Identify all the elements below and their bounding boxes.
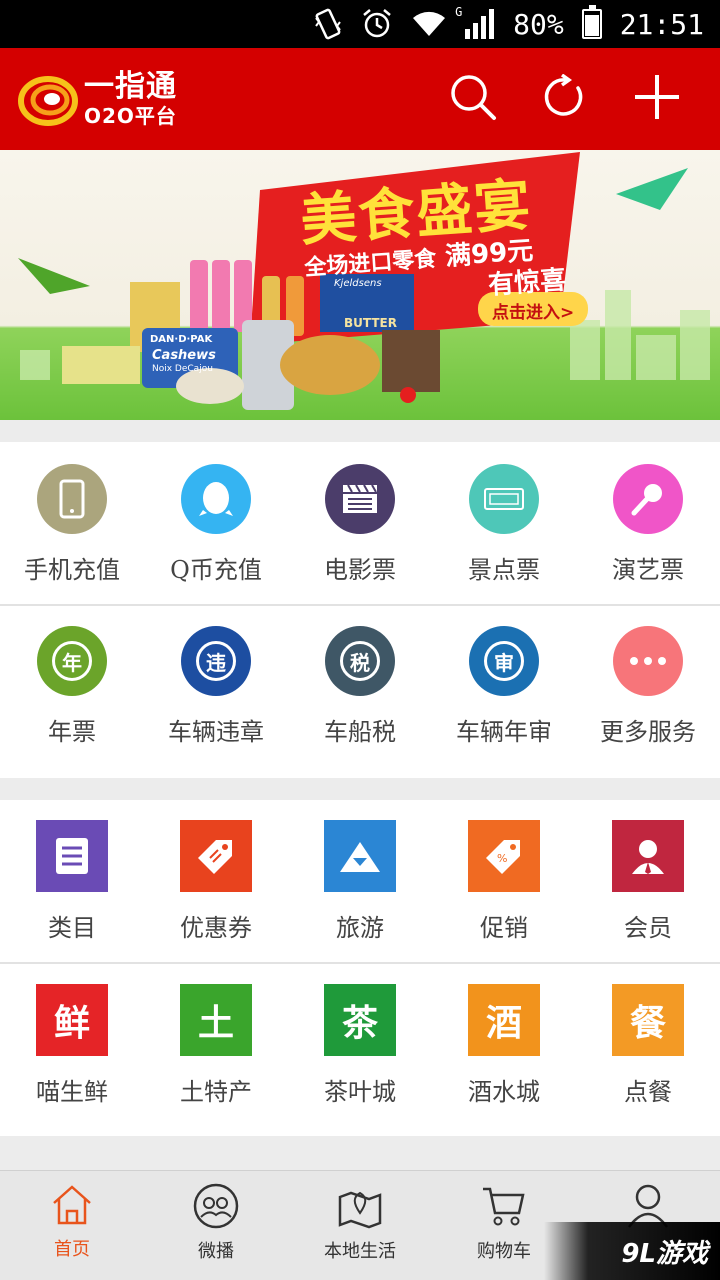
- inspection-icon: 审: [469, 626, 539, 696]
- microphone-icon: [613, 464, 683, 534]
- shop-fresh[interactable]: 鲜 喵生鲜: [0, 984, 144, 1107]
- weibo-broadcast-icon: [193, 1183, 239, 1229]
- shop-member[interactable]: 会员: [576, 820, 720, 943]
- clapperboard-icon: [325, 464, 395, 534]
- home-icon: [53, 1185, 91, 1225]
- nav-local-life[interactable]: 本地生活: [288, 1171, 432, 1280]
- shop-liquor[interactable]: 酒 酒水城: [432, 984, 576, 1107]
- local-product-icon: 土: [180, 984, 252, 1056]
- ticket-icon: [469, 464, 539, 534]
- brand-subtitle: O2O平台: [84, 104, 177, 128]
- liquor-icon: 酒: [468, 984, 540, 1056]
- site-watermark: 9L游戏: [544, 1222, 720, 1280]
- search-button[interactable]: [448, 72, 498, 122]
- shop-category[interactable]: 类目: [0, 820, 144, 943]
- product-label-butter: BUTTER: [344, 316, 397, 330]
- shop-section: 类目 优惠券 旅游 % 促销 会员 鲜 喵生鲜 土 土特产 茶 茶叶城 酒 酒水…: [0, 800, 720, 1136]
- vibrate-icon: [313, 8, 343, 40]
- order-food-icon: 餐: [612, 984, 684, 1056]
- service-vehicle-inspection[interactable]: 审 车辆年审: [432, 626, 576, 747]
- fresh-icon: 鲜: [36, 984, 108, 1056]
- shop-travel[interactable]: 旅游: [288, 820, 432, 943]
- category-icon: [36, 820, 108, 892]
- year-icon: 年: [37, 626, 107, 696]
- shop-row-1: 类目 优惠券 旅游 % 促销 会员: [0, 820, 720, 943]
- search-icon: [451, 75, 496, 120]
- brand-logo[interactable]: 一指通 O2O平台: [18, 71, 177, 127]
- service-movie-ticket[interactable]: 电影票: [288, 464, 432, 585]
- logo-swirl-icon: [18, 71, 82, 127]
- shop-order-food[interactable]: 餐 点餐: [576, 984, 720, 1107]
- member-icon: [612, 820, 684, 892]
- service-show-ticket[interactable]: 演艺票: [576, 464, 720, 585]
- brand-title: 一指通: [84, 69, 177, 104]
- coupon-icon: [180, 820, 252, 892]
- cart-icon: [483, 1187, 525, 1226]
- promo-banner[interactable]: 美食盛宴 全场进口零食 满99元 有惊喜 点击进入> DAN·D·PAK Cas…: [0, 150, 720, 420]
- services-row-2: 年 年票 违 车辆违章 税 车船税 审 车辆年审 更多服务: [0, 626, 720, 747]
- clock: 21:51: [619, 7, 704, 41]
- add-icon: [635, 75, 679, 119]
- product-label-danpak: DAN·D·PAK: [150, 334, 213, 345]
- add-button[interactable]: [632, 72, 682, 122]
- service-annual-pass[interactable]: 年 年票: [0, 626, 144, 747]
- app-header: 一指通 O2O平台: [0, 48, 720, 150]
- promotion-icon: %: [468, 820, 540, 892]
- more-icon: [613, 626, 683, 696]
- violation-icon: 违: [181, 626, 251, 696]
- product-label-noix: Noix DeCajou: [152, 364, 213, 374]
- banner-cta-button[interactable]: 点击进入>: [492, 298, 574, 323]
- signal-icon: G: [455, 5, 495, 39]
- battery-icon: [581, 5, 602, 39]
- shop-promotion[interactable]: % 促销: [432, 820, 576, 943]
- divider: [0, 962, 720, 964]
- qq-penguin-icon: [181, 464, 251, 534]
- shop-local-product[interactable]: 土 土特产: [144, 984, 288, 1107]
- shop-tea[interactable]: 茶 茶叶城: [288, 984, 432, 1107]
- product-label-cashews: Cashews: [152, 348, 216, 363]
- shop-coupon[interactable]: 优惠券: [144, 820, 288, 943]
- banner-line2: 有惊喜: [487, 265, 568, 301]
- nav-home[interactable]: 首页: [0, 1171, 144, 1280]
- travel-icon: [324, 820, 396, 892]
- battery-percent: 80%: [513, 7, 564, 41]
- tax-icon: 税: [325, 626, 395, 696]
- product-label-kjeldsens: Kjeldsens: [334, 278, 382, 289]
- tea-icon: 茶: [324, 984, 396, 1056]
- services-row-1: 手机充值 Q币充值 电影票 景点票 演艺票: [0, 464, 720, 585]
- status-bar: G 80% 21:51: [0, 0, 720, 48]
- nav-weibo[interactable]: 微播: [144, 1171, 288, 1280]
- service-traffic-violation[interactable]: 违 车辆违章: [144, 626, 288, 747]
- refresh-icon: [544, 74, 583, 116]
- service-attraction-ticket[interactable]: 景点票: [432, 464, 576, 585]
- map-icon: [338, 1191, 382, 1229]
- service-qcoin-topup[interactable]: Q币充值: [144, 464, 288, 585]
- alarm-icon: [361, 8, 393, 40]
- divider: [0, 604, 720, 606]
- services-section: 手机充值 Q币充值 电影票 景点票 演艺票 年 年票 违 车辆违章 税 车船税 …: [0, 442, 720, 778]
- service-mobile-topup[interactable]: 手机充值: [0, 464, 144, 585]
- refresh-button[interactable]: [540, 72, 590, 122]
- svg-text:%: %: [497, 852, 507, 865]
- service-more[interactable]: 更多服务: [576, 626, 720, 747]
- phone-icon: [37, 464, 107, 534]
- service-vehicle-tax[interactable]: 税 车船税: [288, 626, 432, 747]
- wifi-icon: [411, 10, 447, 38]
- shop-row-2: 鲜 喵生鲜 土 土特产 茶 茶叶城 酒 酒水城 餐 点餐: [0, 984, 720, 1107]
